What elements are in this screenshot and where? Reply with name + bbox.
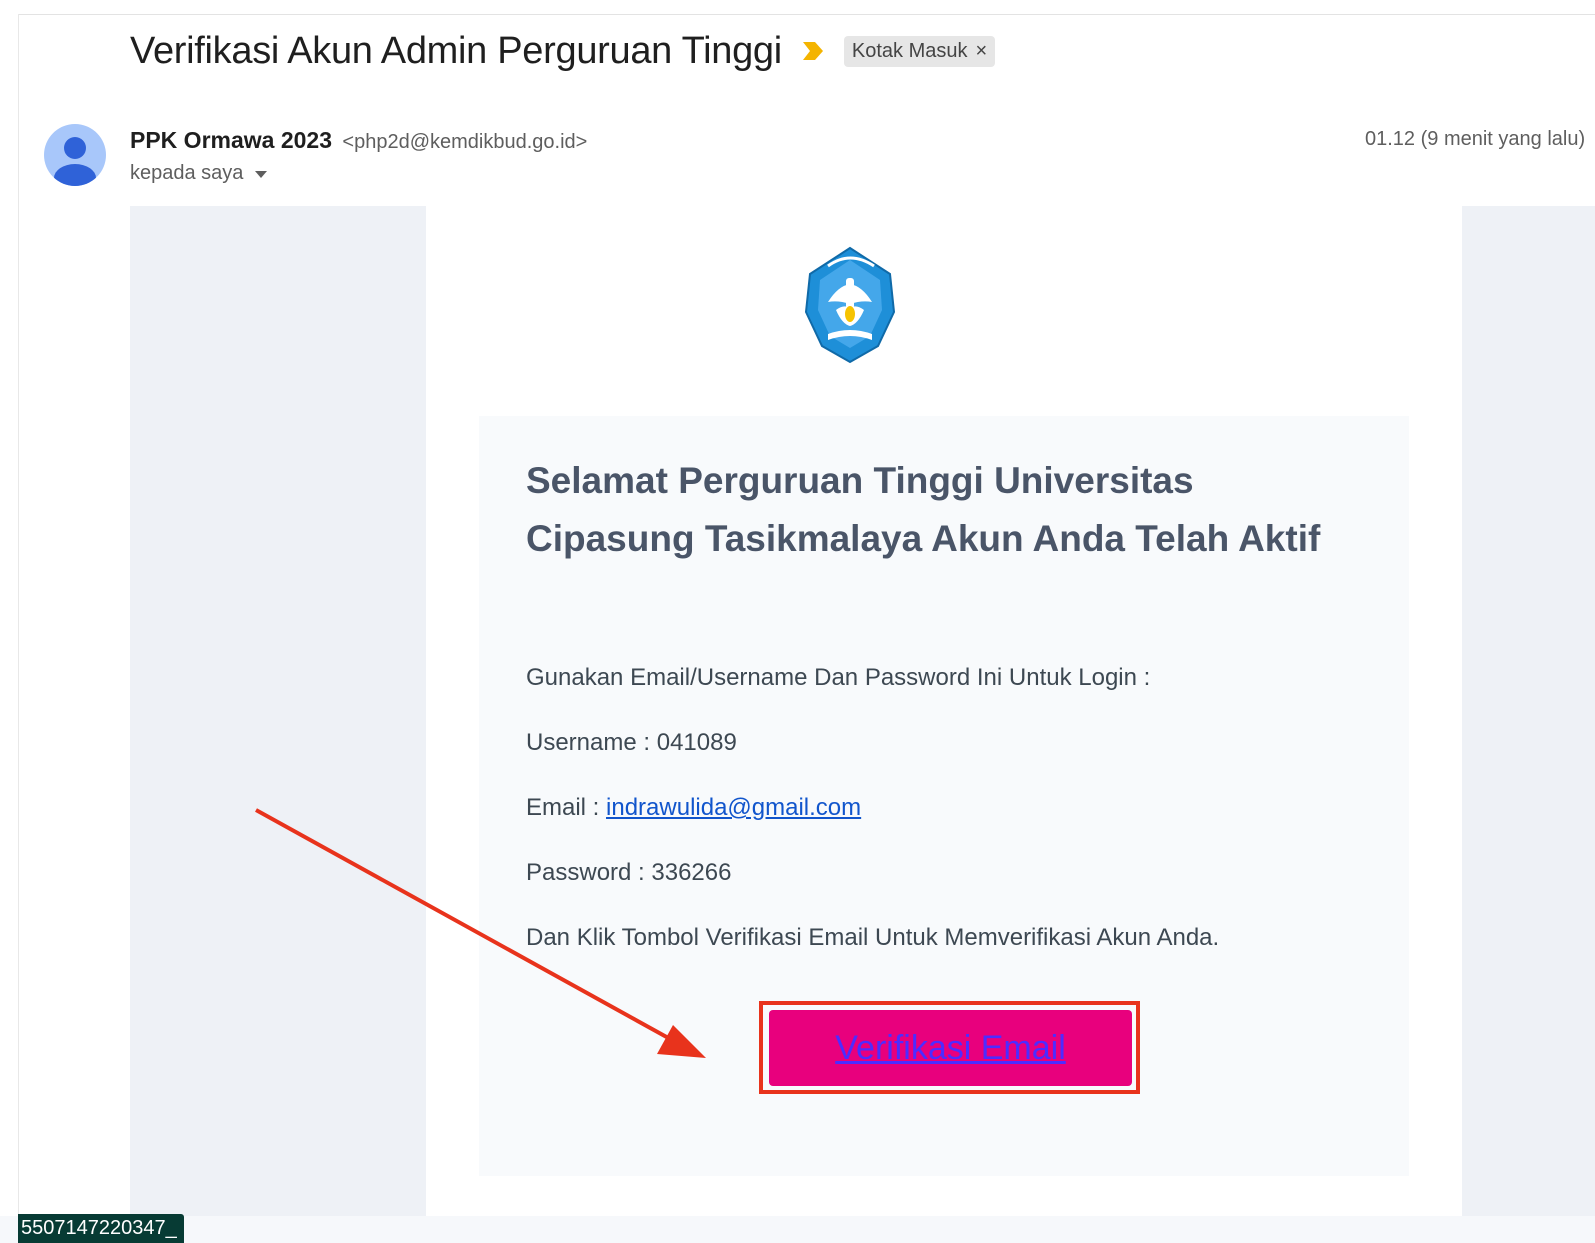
email-header: Verifikasi Akun Admin Perguruan Tinggi K… [130,26,996,76]
chevron-down-icon [255,171,268,178]
sender-avatar[interactable] [44,124,106,186]
username-value: 041089 [656,729,737,756]
username-line: Username : 041089 [526,729,737,757]
verify-email-button[interactable]: Verifikasi Email [769,1010,1132,1086]
recipient-text: kepada saya [130,162,244,184]
sender-email: <php2d@kemdikbud.go.id> [342,131,588,153]
login-intro: Gunakan Email/Username Dan Password Ini … [526,664,1151,691]
email-timestamp: 01.12 (9 menit yang lalu) [1365,128,1586,150]
tut-wuri-handayani-logo [798,244,902,366]
recipient-details-toggle[interactable]: kepada saya [130,162,268,185]
red-arrow-annotation [255,808,706,1058]
bottom-overlay-tag: 5507147220347_ [18,1214,184,1243]
default-avatar-icon [54,137,96,186]
message-heading: Selamat Perguruan Tinggi Universitas Cip… [526,460,1321,559]
email-subject: Verifikasi Akun Admin Perguruan Tinggi [130,29,782,72]
sender-line: PPK Ormawa 2023 <php2d@kemdikbud.go.id> [130,127,587,154]
top-divider [18,14,1595,15]
label-chip-text: Kotak Masuk [851,39,968,62]
label-chip-inbox: Kotak Masuk × [843,35,996,67]
remove-label-icon[interactable]: × [975,40,987,63]
footer-strip [0,1216,1595,1243]
username-label: Username : [526,729,657,756]
sender-name[interactable]: PPK Ormawa 2023 [130,127,332,153]
important-marker-icon[interactable] [802,38,828,64]
left-divider [18,14,19,1243]
